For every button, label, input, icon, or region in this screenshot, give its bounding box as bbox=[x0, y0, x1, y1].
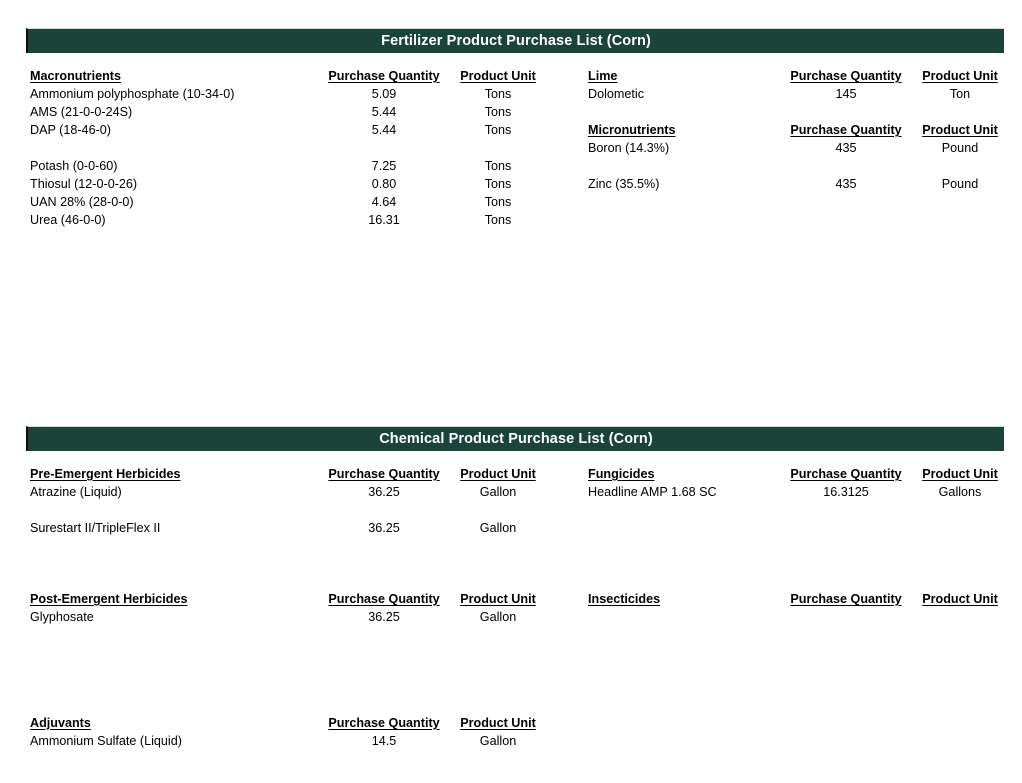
section-banner: Fertilizer Product Purchase List (Corn) bbox=[26, 28, 1004, 53]
product-name: Ammonium Sulfate (Liquid) bbox=[30, 734, 182, 748]
section-tables: Macronutrients Purchase Quantity Product U… bbox=[0, 67, 1022, 227]
product-unit-value: Ton bbox=[949, 87, 971, 101]
unit-column-header: Product Unit bbox=[460, 592, 536, 606]
unit-column-header: Product Unit bbox=[922, 592, 998, 606]
table-row: Dolometic 145 Ton bbox=[588, 85, 998, 103]
section-tables: Pre-Emergent Herbicides Purchase Quantity… bbox=[0, 465, 1022, 748]
unit-column-header: Product Unit bbox=[460, 716, 536, 730]
group-header-label: Micronutrients bbox=[588, 123, 676, 137]
group-header-label: Macronutrients bbox=[30, 69, 121, 83]
product-unit-value: Tons bbox=[484, 213, 512, 227]
product-unit-value: Tons bbox=[484, 195, 512, 209]
product-name: Potash (0-0-60) bbox=[30, 159, 118, 173]
product-name: Ammonium polyphosphate (10-34-0) bbox=[30, 87, 235, 101]
product-name: Boron (14.3%) bbox=[588, 141, 670, 155]
group-header-label: Post-Emergent Herbicides bbox=[30, 592, 188, 606]
product-group-insecticides: Insecticides Purchase Quantity Product Uni… bbox=[588, 590, 998, 608]
table-row: Zinc (35.5%) 435 Pound bbox=[588, 175, 998, 193]
product-group-fungicides: Fungicides Purchase Quantity Product Unit H… bbox=[588, 465, 998, 501]
product-name: Zinc (35.5%) bbox=[588, 177, 660, 191]
table-header-row: Lime Purchase Quantity Product Unit bbox=[588, 67, 998, 85]
product-unit-value: Gallon bbox=[479, 734, 517, 748]
table-row: Potash (0-0-60) 7.25 Tons bbox=[30, 157, 530, 175]
spacer-row bbox=[30, 139, 530, 157]
table-row: Headline AMP 1.68 SC 16.3125 Gallons bbox=[588, 483, 998, 501]
section-title: Fertilizer Product Purchase List (Corn) bbox=[28, 29, 1004, 53]
product-name: UAN 28% (28-0-0) bbox=[30, 195, 134, 209]
product-unit-value: Gallon bbox=[479, 485, 517, 499]
spacer-row bbox=[30, 501, 530, 519]
product-group-macronutrients: Macronutrients Purchase Quantity Product U… bbox=[30, 67, 536, 229]
table-header-row: Micronutrients Purchase Quantity Product U… bbox=[588, 121, 998, 139]
spacer-row bbox=[588, 157, 998, 175]
group-header-label: Insecticides bbox=[588, 592, 661, 606]
product-name: Glyphosate bbox=[30, 610, 94, 624]
section-title: Chemical Product Purchase List (Corn) bbox=[28, 427, 1004, 451]
product-unit-value: Tons bbox=[484, 177, 512, 191]
table-row: Ammonium Sulfate (Liquid) 14.5 Gallon bbox=[30, 732, 530, 750]
table-row: Boron (14.3%) 435 Pound bbox=[588, 139, 998, 157]
product-unit-value: Tons bbox=[484, 159, 512, 173]
product-name: Surestart II/TripleFlex II bbox=[30, 521, 161, 535]
table-header-row: Post-Emergent Herbicides Purchase Quantit… bbox=[30, 590, 536, 608]
unit-column-header: Product Unit bbox=[922, 69, 998, 83]
table-row: AMS (21-0-0-24S) 5.44 Tons bbox=[30, 103, 530, 121]
product-name: Dolometic bbox=[588, 87, 644, 101]
product-name: Urea (46-0-0) bbox=[30, 213, 106, 227]
section-banner: Chemical Product Purchase List (Corn) bbox=[26, 426, 1004, 451]
product-group-lime: Lime Purchase Quantity Product Unit Dolomet… bbox=[588, 67, 998, 103]
table-header-row: Adjuvants Purchase Quantity Product Unit bbox=[30, 714, 536, 732]
product-unit-value: Pound bbox=[941, 177, 979, 191]
table-row: Glyphosate 36.25 Gallon bbox=[30, 608, 530, 626]
product-group-pre-emergent-herbicides: Pre-Emergent Herbicides Purchase Quantity… bbox=[30, 465, 536, 537]
product-name: DAP (18-46-0) bbox=[30, 123, 111, 137]
document-page: Fertilizer Product Purchase List (Corn) M… bbox=[0, 0, 1022, 783]
table-header-row: Pre-Emergent Herbicides Purchase Quantity… bbox=[30, 465, 536, 483]
unit-column-header: Product Unit bbox=[460, 467, 536, 481]
product-unit-value: Tons bbox=[484, 87, 512, 101]
table-header-row: Insecticides Purchase Quantity Product Uni… bbox=[588, 590, 998, 608]
product-group-post-emergent-herbicides: Post-Emergent Herbicides Purchase Quantit… bbox=[30, 590, 536, 626]
product-name: Headline AMP 1.68 SC bbox=[588, 485, 717, 499]
section-chemical: Chemical Product Purchase List (Corn) Pre… bbox=[0, 426, 1022, 748]
table-row: Atrazine (Liquid) 36.25 Gallon bbox=[30, 483, 530, 501]
product-unit-value: Tons bbox=[484, 123, 512, 137]
product-unit-value: Gallon bbox=[479, 521, 517, 535]
group-header-label: Fungicides bbox=[588, 467, 655, 481]
product-unit-value: Gallons bbox=[938, 485, 982, 499]
table-row: Ammonium polyphosphate (10-34-0) 5.09 Tons bbox=[30, 85, 530, 103]
product-group-micronutrients: Micronutrients Purchase Quantity Product U… bbox=[588, 121, 998, 193]
table-row: Surestart II/TripleFlex II 36.25 Gallon bbox=[30, 519, 530, 537]
table-header-row: Macronutrients Purchase Quantity Product U… bbox=[30, 67, 536, 85]
product-group-adjuvants: Adjuvants Purchase Quantity Product Unit Am… bbox=[30, 714, 536, 750]
table-row: Thiosul (12-0-0-26) 0.80 Tons bbox=[30, 175, 530, 193]
group-header-label: Adjuvants bbox=[30, 716, 91, 730]
table-row: UAN 28% (28-0-0) 4.64 Tons bbox=[30, 193, 530, 211]
product-name: AMS (21-0-0-24S) bbox=[30, 105, 133, 119]
product-unit-value: Pound bbox=[941, 141, 979, 155]
product-unit-value: Tons bbox=[484, 105, 512, 119]
section-fertilizer: Fertilizer Product Purchase List (Corn) M… bbox=[0, 28, 1022, 227]
group-header-label: Lime bbox=[588, 69, 618, 83]
table-row: DAP (18-46-0) 5.44 Tons bbox=[30, 121, 530, 139]
product-name: Atrazine (Liquid) bbox=[30, 485, 122, 499]
product-name: Thiosul (12-0-0-26) bbox=[30, 177, 138, 191]
unit-column-header: Product Unit bbox=[922, 123, 998, 137]
table-row: Urea (46-0-0) 16.31 Tons bbox=[30, 211, 530, 229]
unit-column-header: Product Unit bbox=[460, 69, 536, 83]
product-unit-value: Gallon bbox=[479, 610, 517, 624]
table-header-row: Fungicides Purchase Quantity Product Unit bbox=[588, 465, 998, 483]
unit-column-header: Product Unit bbox=[922, 467, 998, 481]
group-header-label: Pre-Emergent Herbicides bbox=[30, 467, 181, 481]
